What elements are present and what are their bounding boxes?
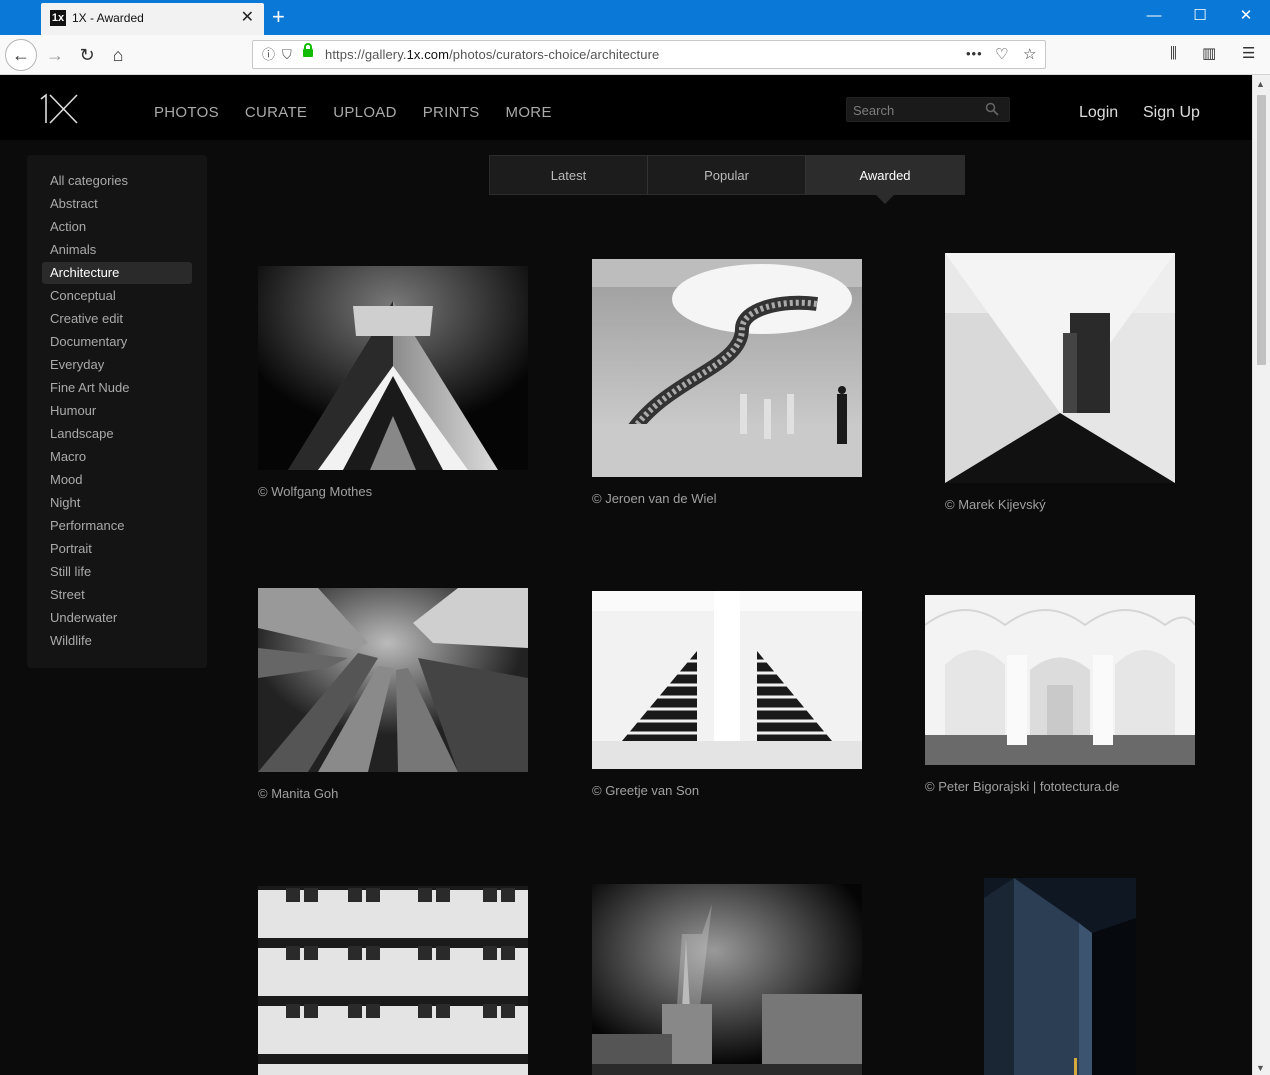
category-animals[interactable]: Animals [42,239,192,261]
forward-arrow-icon[interactable]: → [40,40,70,70]
1x-logo-icon[interactable] [39,93,79,125]
category-underwater[interactable]: Underwater [42,607,192,629]
photo-thumbnail[interactable] [592,259,862,477]
category-night[interactable]: Night [42,492,192,514]
photo-thumbnail[interactable] [592,884,862,1075]
category-humour[interactable]: Humour [42,400,192,422]
nav-more[interactable]: MORE [506,104,552,121]
category-wildlife[interactable]: Wildlife [42,630,192,652]
category-creative-edit[interactable]: Creative edit [42,308,192,330]
address-bar[interactable]: ⓘ ⛉ https://gallery.1x.com/photos/curato… [252,40,1046,69]
home-icon[interactable]: ⌂ [103,40,133,70]
photo-thumbnail[interactable] [925,595,1195,765]
photo-credit[interactable]: © Greetje van Son [592,783,699,798]
close-window-icon[interactable]: ✕ [1236,6,1256,26]
site-header: PHOTOS CURATE UPLOAD PRINTS MORE Login S… [0,75,1252,140]
photo-thumbnail[interactable] [258,266,528,470]
category-sidebar: All categories Abstract Action Animals A… [27,155,207,668]
photo-credit[interactable]: © Manita Goh [258,786,338,801]
photo-thumbnail[interactable] [258,588,528,772]
search-input[interactable] [853,101,983,119]
reload-icon[interactable]: ↻ [72,40,102,70]
category-documentary[interactable]: Documentary [42,331,192,353]
photo-thumbnail[interactable] [258,886,528,1075]
vertical-scrollbar[interactable]: ▲ ▼ [1252,75,1270,1075]
search-icon[interactable] [985,102,999,116]
lock-icon [303,43,313,57]
tab-title: 1X - Awarded [72,11,144,25]
category-architecture[interactable]: Architecture [42,262,192,284]
photo-thumbnail[interactable] [592,591,862,769]
main-nav: PHOTOS CURATE UPLOAD PRINTS MORE [154,104,578,121]
maximize-icon[interactable]: ☐ [1190,6,1210,26]
browser-toolbar: ← → ↻ ⌂ ⓘ ⛉ https://gallery.1x.com/photo… [0,35,1270,75]
info-icon[interactable]: ⓘ [262,47,275,63]
new-tab-icon[interactable]: + [272,4,285,30]
browser-tab[interactable]: 1x 1X - Awarded ✕ [41,3,264,35]
login-link[interactable]: Login [1079,104,1118,122]
scroll-down-arrow-icon[interactable]: ▼ [1256,1063,1265,1073]
site-favicon: 1x [50,10,66,26]
nav-photos[interactable]: PHOTOS [154,104,219,121]
scrollbar-thumb[interactable] [1257,95,1266,365]
category-fine-art-nude[interactable]: Fine Art Nude [42,377,192,399]
photo-credit[interactable]: © Marek Kijevský [945,497,1046,512]
tab-awarded[interactable]: Awarded [806,156,964,194]
category-performance[interactable]: Performance [42,515,192,537]
sidebar-toggle-icon[interactable]: ▥ [1202,44,1216,64]
category-action[interactable]: Action [42,216,192,238]
bookmark-star-icon[interactable]: ☆ [1023,46,1036,64]
pocket-icon[interactable]: ♡ [995,46,1008,64]
tab-popular[interactable]: Popular [648,156,806,194]
photo-credit[interactable]: © Jeroen van de Wiel [592,491,716,506]
active-tab-pointer [876,195,894,204]
photo-credit[interactable]: © Wolfgang Mothes [258,484,372,499]
web-page: PHOTOS CURATE UPLOAD PRINTS MORE Login S… [0,75,1252,1075]
nav-curate[interactable]: CURATE [245,104,307,121]
tab-latest[interactable]: Latest [490,156,648,194]
search-box [846,97,1010,122]
category-macro[interactable]: Macro [42,446,192,468]
category-still-life[interactable]: Still life [42,561,192,583]
menu-hamburger-icon[interactable]: ☰ [1242,44,1255,64]
category-abstract[interactable]: Abstract [42,193,192,215]
category-landscape[interactable]: Landscape [42,423,192,445]
close-tab-icon[interactable]: ✕ [241,9,254,27]
page-actions-icon[interactable]: ••• [966,45,983,63]
browser-titlebar: 1x 1X - Awarded ✕ + — ☐ ✕ [0,0,1270,35]
nav-prints[interactable]: PRINTS [423,104,480,121]
category-everyday[interactable]: Everyday [42,354,192,376]
photo-thumbnail[interactable] [984,878,1136,1075]
category-portrait[interactable]: Portrait [42,538,192,560]
url-text[interactable]: https://gallery.1x.com/photos/curators-c… [325,47,659,63]
nav-upload[interactable]: UPLOAD [333,104,397,121]
category-street[interactable]: Street [42,584,192,606]
library-icon[interactable]: ⫼ [1170,44,1177,64]
photo-thumbnail[interactable] [945,253,1175,483]
category-all[interactable]: All categories [42,170,192,192]
signup-link[interactable]: Sign Up [1143,104,1200,122]
scroll-up-arrow-icon[interactable]: ▲ [1256,79,1265,89]
category-mood[interactable]: Mood [42,469,192,491]
back-arrow-icon[interactable]: ← [5,39,37,71]
sort-tabs: Latest Popular Awarded [489,155,965,195]
category-conceptual[interactable]: Conceptual [42,285,192,307]
photo-credit[interactable]: © Peter Bigorajski | fototectura.de [925,779,1119,794]
minimize-icon[interactable]: — [1144,6,1164,26]
tracking-shield-icon[interactable]: ⛉ [282,47,292,63]
